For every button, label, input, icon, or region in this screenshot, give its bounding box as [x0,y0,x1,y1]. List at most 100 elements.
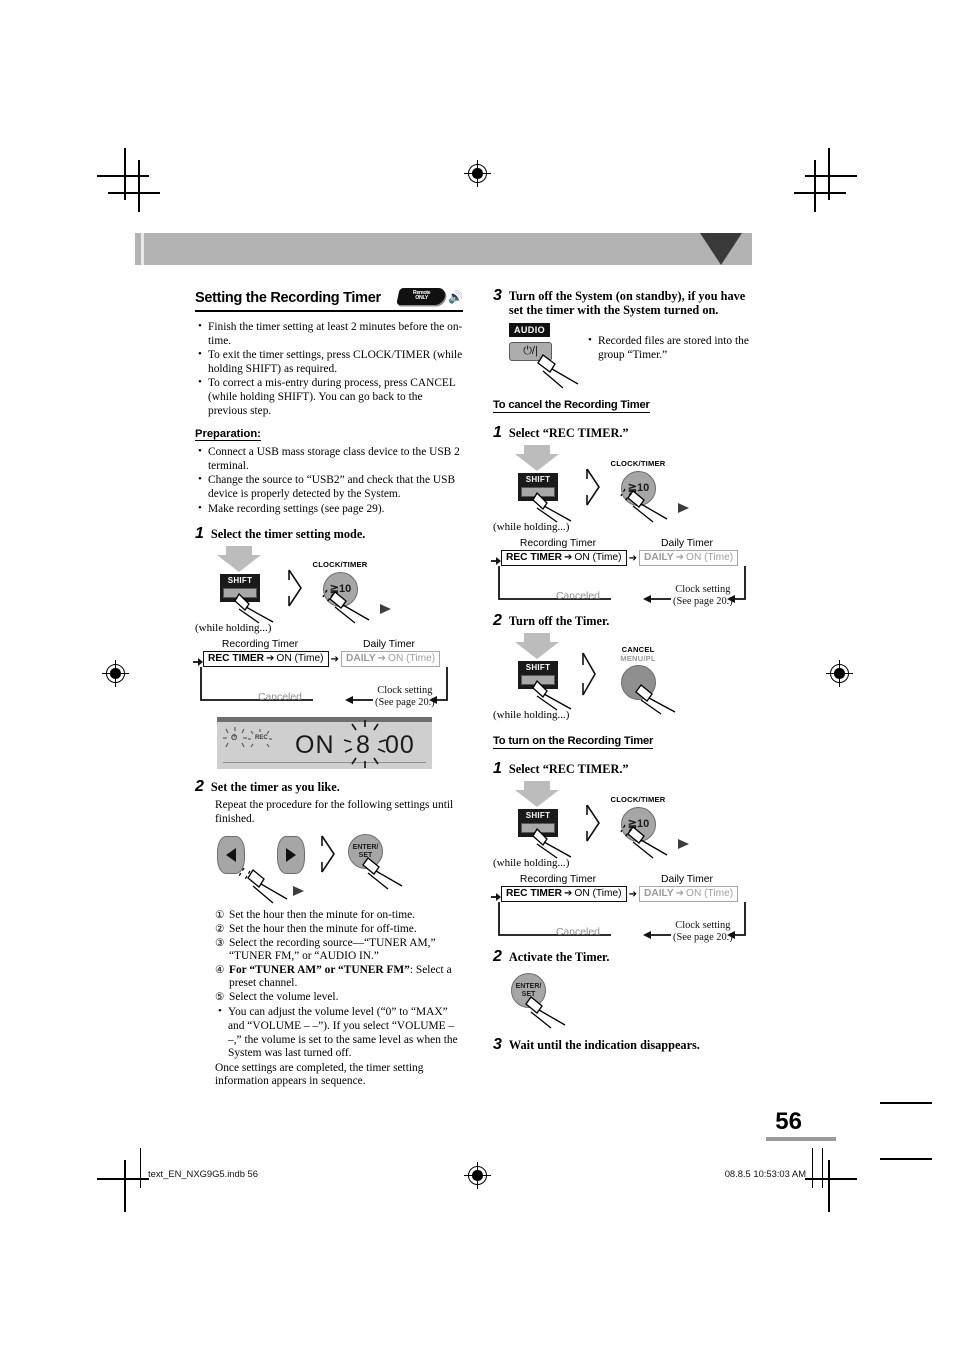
step-2-note-list: You can adjust the volume level (“0” to … [215,1005,463,1060]
list-item: To correct a mis-entry during process, p… [195,376,463,418]
registration-mark [464,1162,491,1189]
lcd-display: ⏱ REC ON 8 00 [217,717,432,770]
button-illustration-shift-clocktimer: SHIFT CLOCK/TIMER ≧10 [195,546,463,624]
circled-number: ① [215,910,225,922]
turnon-step-2: 2 Activate the Timer. [493,949,761,965]
button-illustration-arrows-enter: ENTER/ SET [215,830,463,906]
flow-header-daily: Daily Timer [661,538,713,549]
step-text: Activate the Timer. [508,950,610,964]
circled-number: ⑤ [215,991,225,1003]
down-arrow-icon [217,555,261,573]
right-arrow-icon [678,839,689,849]
audio-power-illustration: AUDIO ⏻/| Recorded files are stored into… [493,323,761,389]
shift-button-label: SHIFT [518,661,558,673]
flow-header-recording: Recording Timer [221,639,299,651]
list-item: ⑤ Select the volume level. [215,991,463,1005]
step-3-note-list: Recorded files are stored into the group… [585,334,755,363]
down-arrow-stem [524,781,550,790]
flow-label-clock-setting: Clock setting [377,685,433,697]
flow-box-daily: DAILY ➔ ON (Time) [638,550,739,566]
shift-button-label: SHIFT [518,809,558,821]
step-text: Select the timer setting mode. [210,527,366,542]
lcd-baseline [223,761,426,764]
sequence-chevron-icon [287,568,302,607]
remote-only-badge: Remote ONLY 🔊 [396,288,463,305]
crop-mark [880,1102,932,1104]
cancel-step-2: 2 Turn off the Timer. [493,613,761,629]
clock-timer-label: CLOCK/TIMER [312,560,368,570]
remote-icon: Remote ONLY [396,288,448,305]
flow-box-rec-timer: REC TIMER ➔ ON (Time) [501,550,627,566]
flow-box-rec-timer-value: ON (Time) [276,653,324,665]
crop-mark [805,175,857,177]
hand-pointer-icon [525,996,566,1029]
clock-timer-label: CLOCK/TIMER [610,795,666,804]
cancel-recording-timer-heading: To cancel the Recording Timer [493,399,650,413]
audio-badge: AUDIO [509,323,550,337]
turnon-step-1: 1 Select “REC TIMER.” [493,761,761,777]
shift-button-label: SHIFT [518,473,558,485]
button-illustration-shift-cancel: SHIFT CANCEL MENU/PL [493,633,761,715]
crop-mark [814,160,816,212]
step-text: Select “REC TIMER.” [508,762,629,776]
flow-box-rec-timer-label: REC TIMER [506,888,563,899]
flow-header-recording: Recording Timer [519,874,597,885]
button-illustration-enter: ENTER/ SET [493,969,761,1031]
crop-mark [794,192,846,194]
flow-header-daily: Daily Timer [363,639,415,651]
down-arrow-stem [524,633,550,642]
right-arrow-icon [293,886,304,897]
flow-label-clock-page: (See page 20.) [375,697,435,709]
flow-label-clock-setting: Clock setting [675,584,731,595]
cancel-step-1: 1 Select “REC TIMER.” [493,425,761,441]
crop-mark [828,1160,830,1212]
signal-wave-icon: 🔊 [448,289,463,304]
flow-arrow-icon: ➔ [564,552,573,563]
hand-pointer-icon [532,679,572,711]
registration-mark [464,160,491,187]
step-number: 3 [493,1036,502,1053]
step-text: Select “REC TIMER.” [508,426,629,440]
flow-box-rec-timer-value: ON (Time) [574,888,622,899]
left-arrow-icon [226,848,236,863]
flow-label-canceled: Canceled [258,692,302,704]
flow-row-top: REC TIMER ➔ ON (Time) ➔ DAILY ➔ ON (Time… [491,550,751,566]
crop-mark [97,1178,149,1180]
flow-arrow-icon: ➔ [628,888,637,900]
circled-number: ④ [215,964,225,976]
page-canvas: Setting the Recording Timer Remote ONLY … [0,0,954,1351]
list-item-text: Set the hour then the minute for on-time… [229,909,416,922]
menu-pl-label: MENU/PL [620,654,656,663]
flow-row-top: REC TIMER ➔ ON (Time) ➔ DAILY ➔ ON (Time… [491,886,751,902]
circled-number: ② [215,923,225,935]
step-number: 2 [493,948,502,965]
flow-arrow-icon: ➔ [628,552,637,564]
crop-mark [880,1158,932,1160]
page-number: 56 [775,1108,802,1135]
button-illustration-shift-clocktimer: SHIFT CLOCK/TIMER ≧10 [493,445,761,523]
lcd-on-text: ON [295,731,335,760]
flow-arrow-icon: ➔ [266,653,275,665]
footer-rule [822,1148,823,1188]
flow-label-canceled: Canceled [556,927,600,938]
list-item: ④ For “TUNER AM” or “TUNER FM”: Select a … [215,964,463,991]
down-arrow-icon [515,454,559,471]
step-3: 3 Turn off the System (on standby), if y… [493,288,761,318]
step-number: 2 [195,778,204,796]
crop-mark [108,192,160,194]
flow-headers: Recording Timer Daily Timer [195,639,453,650]
list-item: ① Set the hour then the minute for on-tim… [215,909,463,923]
remote-badge-line2: ONLY [415,295,429,302]
preparation-bullet-list: Connect a USB mass storage class device … [195,445,463,516]
down-arrow-icon [515,790,559,807]
step-2-body: Repeat the procedure for the following s… [215,799,463,1089]
flow-box-rec-timer-label: REC TIMER [208,653,265,665]
flow-box-daily-value: ON (Time) [686,552,734,563]
list-item-text: Select the volume level. [229,990,339,1003]
step-number: 2 [493,612,502,629]
down-arrow-icon [515,642,559,659]
list-item-text: Select the recording source—“TUNER AM,” … [229,936,436,963]
lcd-top-bar [217,717,432,723]
timer-flow-diagram: Recording Timer Daily Timer REC TIMER ➔ … [193,639,453,711]
flow-arrow-icon: ➔ [377,653,387,665]
